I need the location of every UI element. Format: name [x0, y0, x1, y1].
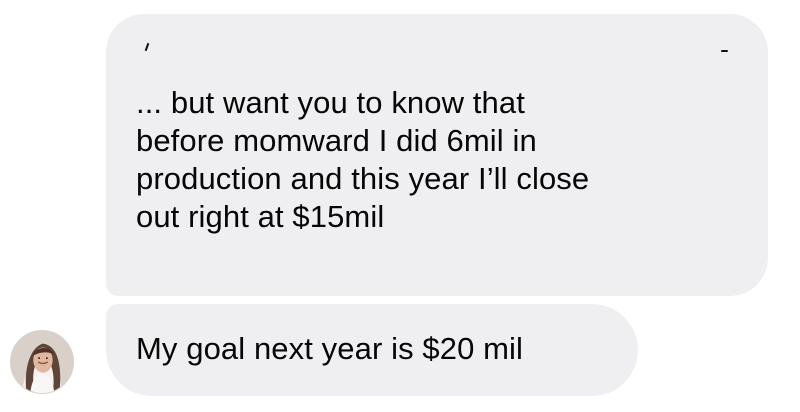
message-bubble-1[interactable]: ... but want you to know that before mom… — [106, 14, 768, 296]
message-text: ... but want you to know that before mom… — [136, 85, 590, 234]
partial-redaction-mark — [144, 42, 150, 52]
message-bubble-2[interactable]: My goal next year is $20 mil — [106, 304, 638, 396]
avatar[interactable] — [10, 330, 74, 394]
partial-redaction-mark — [721, 50, 728, 52]
avatar-photo-icon — [11, 331, 73, 393]
message-thread: ... but want you to know that before mom… — [0, 0, 800, 412]
message-text: My goal next year is $20 mil — [136, 331, 524, 366]
